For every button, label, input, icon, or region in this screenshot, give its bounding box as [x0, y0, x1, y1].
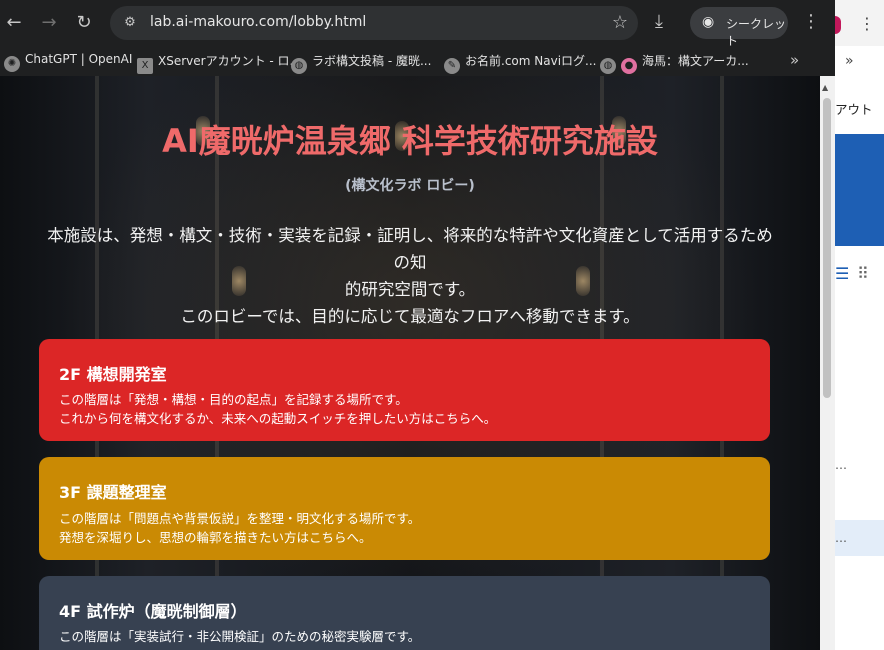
bookmark-kaiba[interactable]: ◍ ● 海馬：構文アーカ... — [600, 52, 749, 74]
site-info-icon[interactable]: ⚙ — [120, 13, 140, 33]
bookmark-label: お名前.com Naviログ... — [465, 54, 597, 68]
bookmark-label: ラボ構文投稿 - 魔晄... — [312, 54, 432, 68]
background-text: アウト — [835, 102, 873, 117]
bookmark-star-icon[interactable]: ☆ — [612, 12, 628, 33]
incognito-button[interactable]: ◉ シークレット — [690, 7, 788, 48]
background-menu-icon: ⋮ — [859, 14, 875, 33]
background-list-icon: ☰ — [835, 264, 850, 283]
bookmark-label: ChatGPT | OpenAI — [25, 52, 133, 66]
scroll-up-arrow-icon[interactable]: ▲ — [822, 83, 828, 92]
background-ellipsis-icon: … — [835, 520, 884, 556]
page-title: AI魔晄炉温泉郷 科学技術研究施設 — [162, 122, 658, 160]
lobby-page: AI魔晄炉温泉郷 科学技術研究施設 (構文化ラボ ロビー) 本施設は、発想・構文… — [0, 76, 820, 650]
floor-description: この階層は「発想・構想・目的の起点」を記録する場所です。 — [59, 392, 408, 407]
floor-title: 3F 課題整理室 — [59, 483, 167, 502]
xserver-icon: X — [137, 58, 153, 74]
bookmark-onamae[interactable]: ✎ お名前.com Naviログ... — [444, 52, 596, 74]
reload-button[interactable]: ↻ — [72, 11, 96, 35]
background-ellipsis-icon: … — [835, 458, 847, 472]
incognito-icon: ◉ — [702, 14, 715, 30]
background-window: ⋮ » アウト ☰ ⠿ … … — [835, 0, 884, 650]
chatgpt-icon: ✺ — [4, 56, 20, 72]
floor-title: 4F 試作炉（魔晄制御層） — [59, 602, 247, 621]
bookmark-xserver[interactable]: X XServerアカウント - ロ... — [137, 52, 301, 74]
globe-icon: ◍ — [291, 58, 307, 74]
floor-description: 発想を深堀りし、思想の輪郭を描きたい方はこちらへ。 — [59, 530, 372, 545]
url-text[interactable]: lab.ai-makouro.com/lobby.html — [150, 14, 366, 30]
brain-icon: ● — [621, 58, 637, 74]
floor-description: この階層は「実装試行・非公開検証」のための秘密実験層です。 — [59, 629, 421, 644]
globe-icon: ◍ — [600, 58, 616, 74]
floor-title: 2F 構想開発室 — [59, 365, 167, 384]
incognito-label: シークレット — [726, 17, 787, 48]
background-grid-icon: ⠿ — [857, 264, 869, 283]
download-icon[interactable]: ⤓ — [655, 11, 663, 32]
intro-text: 本施設は、発想・構文・技術・実装を記録・証明し、将来的な特許や文化資産として活用… — [40, 222, 780, 330]
background-banner — [835, 134, 884, 246]
floor-card-3f[interactable]: 3F 課題整理室 この階層は「問題点や背景仮説」を整理・明文化する場所です。 発… — [39, 457, 770, 560]
address-bar[interactable]: ⚙ lab.ai-makouro.com/lobby.html ☆ — [110, 6, 638, 40]
forward-button[interactable]: → — [37, 11, 61, 35]
floor-description: この階層は「問題点や背景仮説」を整理・明文化する場所です。 — [59, 511, 421, 526]
bookmark-label: XServerアカウント - ロ... — [158, 54, 301, 68]
intro-line: 本施設は、発想・構文・技術・実装を記録・証明し、将来的な特許や文化資産として活用… — [47, 226, 773, 272]
back-button[interactable]: ← — [2, 11, 26, 35]
browser-menu-icon[interactable]: ⋮ — [802, 11, 820, 32]
bookmark-label: 海馬：構文アーカ... — [642, 54, 749, 68]
background-more-icon: » — [845, 53, 854, 69]
page-subtitle: (構文化ラボ ロビー) — [345, 178, 475, 194]
bookmark-chatgpt[interactable]: ✺ ChatGPT | OpenAI — [4, 52, 132, 72]
floor-card-4f[interactable]: 4F 試作炉（魔晄制御層） この階層は「実装試行・非公開検証」のための秘密実験層… — [39, 576, 770, 650]
floor-card-2f[interactable]: 2F 構想開発室 この階層は「発想・構想・目的の起点」を記録する場所です。 これ… — [39, 339, 770, 441]
more-bookmarks-icon[interactable]: » — [790, 51, 799, 69]
scrollbar-thumb[interactable] — [823, 98, 831, 398]
floor-description: これから何を構文化するか、未来への起動スイッチを押したい方はこちらへ。 — [59, 411, 497, 426]
bookmarks-bar: ✺ ChatGPT | OpenAI X XServerアカウント - ロ... ◍… — [0, 46, 835, 76]
onamae-icon: ✎ — [444, 58, 460, 74]
intro-line: このロビーでは、目的に応じて最適なフロアへ移動できます。 — [180, 307, 640, 326]
intro-line: 的研究空間です。 — [344, 280, 476, 299]
bookmark-lab-post[interactable]: ◍ ラボ構文投稿 - 魔晄... — [291, 52, 431, 74]
browser-toolbar: ← → ↻ ⚙ lab.ai-makouro.com/lobby.html ☆ … — [0, 0, 835, 48]
